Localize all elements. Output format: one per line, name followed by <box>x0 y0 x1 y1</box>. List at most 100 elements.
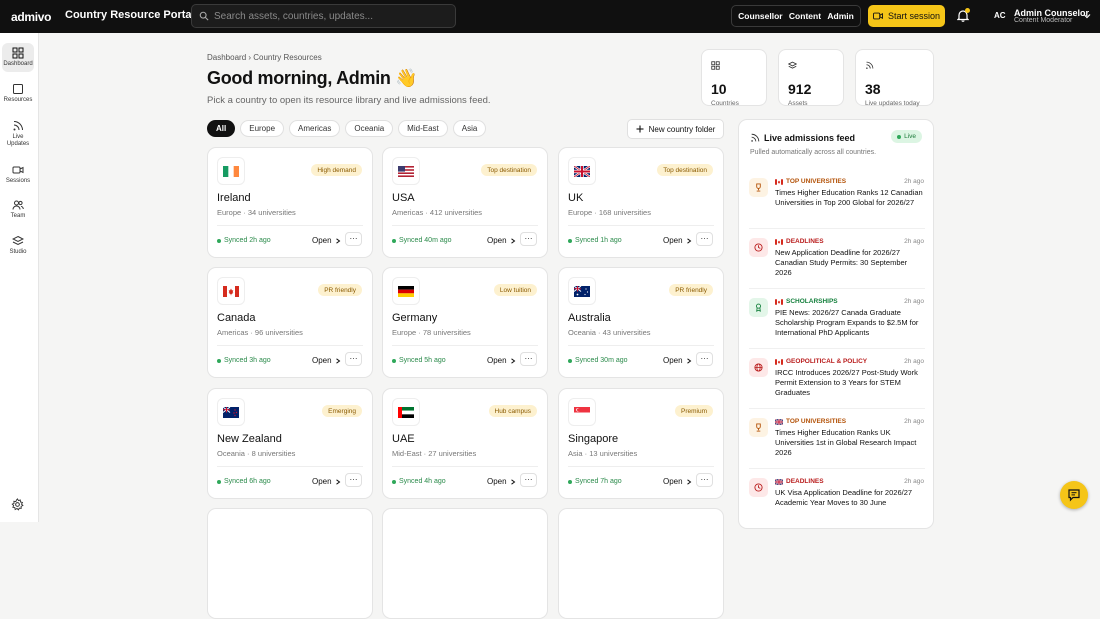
chevron-right-icon <box>510 237 515 244</box>
country-card-partial[interactable] <box>207 508 373 619</box>
chat-button[interactable] <box>1060 481 1088 509</box>
country-card-sg[interactable]: Premium Singapore Asia · 13 universities Sy… <box>558 388 724 499</box>
country-card-au[interactable]: PR friendly Australia Oceania · 43 univers… <box>558 267 724 378</box>
feed-item[interactable]: DEADLINES 2h ago New Application Deadline … <box>739 228 933 294</box>
country-badge: PR friendly <box>318 284 362 296</box>
open-label: Open <box>312 356 332 365</box>
feed-headline[interactable]: UK Visa Application Deadline for 2026/27… <box>775 488 925 508</box>
gear-icon[interactable] <box>11 498 24 511</box>
feed-item[interactable]: SCHOLARSHIPS 2h ago PIE News: 2026/27 Cana… <box>739 288 933 354</box>
country-card-partial[interactable] <box>382 508 548 619</box>
sync-status: Synced 7h ago <box>568 478 622 485</box>
sync-status: Synced 6h ago <box>217 478 271 485</box>
open-label: Open <box>312 477 332 486</box>
country-meta: Asia · 13 universities <box>568 449 638 458</box>
country-card-partial[interactable] <box>558 508 724 619</box>
filter-asia[interactable]: Asia <box>452 120 487 137</box>
filter-oceania[interactable]: Oceania <box>345 120 394 137</box>
more-button[interactable]: ··· <box>520 473 537 487</box>
more-button[interactable]: ··· <box>520 232 537 246</box>
feed-headline[interactable]: PIE News: 2026/27 Canada Graduate Schola… <box>775 308 925 338</box>
chevron-down-icon[interactable] <box>1083 12 1091 20</box>
country-card-de[interactable]: Low tuition Germany Europe · 78 universiti… <box>382 267 548 378</box>
sync-status: Synced 40m ago <box>392 237 452 244</box>
breadcrumb: Dashboard › Country Resources <box>207 53 322 62</box>
rss-icon <box>13 121 23 131</box>
open-button[interactable]: Open <box>663 477 692 486</box>
feed-headline[interactable]: New Application Deadline for 2026/27 Can… <box>775 248 925 278</box>
country-meta: Europe · 78 universities <box>392 328 471 337</box>
sidebar-item-team[interactable]: Team <box>2 199 34 220</box>
filter-americas[interactable]: Americas <box>289 120 341 137</box>
country-meta: Mid-East · 27 universities <box>392 449 477 458</box>
open-button[interactable]: Open <box>663 236 692 245</box>
country-badge: Low tuition <box>493 284 537 296</box>
more-button[interactable]: ··· <box>345 352 362 366</box>
feed-item[interactable]: DEADLINES 2h ago UK Visa Application Deadl… <box>739 468 933 528</box>
country-card-uk[interactable]: Top destination UK Europe · 168 universiti… <box>558 147 724 258</box>
more-button[interactable]: ··· <box>345 232 362 246</box>
sync-text: Synced 4h ago <box>399 478 446 485</box>
role-counsellor-button[interactable]: Counsellor <box>738 11 782 21</box>
open-button[interactable]: Open <box>312 356 341 365</box>
video-icon <box>873 12 883 20</box>
more-button[interactable]: ··· <box>696 232 713 246</box>
country-badge: Emerging <box>322 405 362 417</box>
country-card-nz[interactable]: Emerging New Zealand Oceania · 8 universit… <box>207 388 373 499</box>
open-button[interactable]: Open <box>663 356 692 365</box>
feed-category: GEOPOLITICAL & POLICY <box>775 358 867 365</box>
filter-mid-east[interactable]: Mid-East <box>398 120 448 137</box>
role-admin-button[interactable]: Admin <box>827 11 853 21</box>
filter-all[interactable]: All <box>207 120 236 137</box>
open-button[interactable]: Open <box>487 477 516 486</box>
country-name: USA <box>392 192 415 204</box>
flag-icon <box>568 157 596 185</box>
sidebar-item-dashboard[interactable]: Dashboard <box>2 43 34 72</box>
new-folder-label: New country folder <box>648 124 716 134</box>
card-divider <box>392 345 538 346</box>
feed-item[interactable]: GEOPOLITICAL & POLICY 2h ago IRCC Introduc… <box>739 348 933 414</box>
grid-icon <box>12 47 24 59</box>
feed-category-label: GEOPOLITICAL & POLICY <box>786 358 868 365</box>
sidebar-item-label: Sessions <box>5 178 31 184</box>
sync-dot <box>392 358 396 363</box>
sidebar-item-label: Studio <box>9 249 27 255</box>
more-button[interactable]: ··· <box>696 352 713 366</box>
avatar[interactable]: AC <box>994 11 1006 20</box>
sync-dot <box>217 358 221 363</box>
layers-icon <box>12 235 24 246</box>
sidebar-item-studio[interactable]: Studio <box>2 235 34 256</box>
feed-item[interactable]: TOP UNIVERSITIES 2h ago Times Higher Educa… <box>739 176 933 234</box>
sidebar-item-label: Live Updates <box>6 134 30 147</box>
feed-item[interactable]: TOP UNIVERSITIES 2h ago Times Higher Educa… <box>739 408 933 474</box>
feed-headline[interactable]: IRCC Introduces 2026/27 Post-Study Work … <box>775 368 925 398</box>
grid-icon <box>711 61 720 70</box>
search-input[interactable]: Search assets, countries, updates... <box>191 4 456 28</box>
stat-label: Live updates today <box>865 100 920 107</box>
country-card-us[interactable]: Top destination USA Americas · 412 univers… <box>382 147 548 258</box>
sidebar-item-resources[interactable]: Resources <box>2 83 34 104</box>
country-card-ae[interactable]: Hub campus UAE Mid-East · 27 universities S… <box>382 388 548 499</box>
feed-headline[interactable]: Times Higher Education Ranks UK Universi… <box>775 428 925 458</box>
open-button[interactable]: Open <box>312 236 341 245</box>
start-session-button[interactable]: Start session <box>868 5 945 27</box>
sidebar-item-live-updates[interactable]: Live Updates <box>2 120 34 148</box>
sync-text: Synced 7h ago <box>575 478 622 485</box>
new-country-folder-button[interactable]: New country folder <box>627 119 724 139</box>
country-card-ca[interactable]: PR friendly Canada Americas · 96 universit… <box>207 267 373 378</box>
more-button[interactable]: ··· <box>520 352 537 366</box>
feed-headline[interactable]: Times Higher Education Ranks 12 Canadian… <box>775 188 925 208</box>
role-content-button[interactable]: Content <box>789 11 821 21</box>
sidebar-item-sessions[interactable]: Sessions <box>2 164 34 185</box>
open-button[interactable]: Open <box>487 236 516 245</box>
country-card-ie[interactable]: High demand Ireland Europe · 34 universiti… <box>207 147 373 258</box>
brand-logo[interactable]: admivo <box>11 10 52 24</box>
feed-category: SCHOLARSHIPS <box>775 298 838 305</box>
open-button[interactable]: Open <box>487 356 516 365</box>
open-button[interactable]: Open <box>312 477 341 486</box>
filter-europe[interactable]: Europe <box>240 120 285 137</box>
more-button[interactable]: ··· <box>696 473 713 487</box>
stat-label: Countries <box>711 100 739 107</box>
country-meta: Americas · 412 universities <box>392 208 483 217</box>
more-button[interactable]: ··· <box>345 473 362 487</box>
